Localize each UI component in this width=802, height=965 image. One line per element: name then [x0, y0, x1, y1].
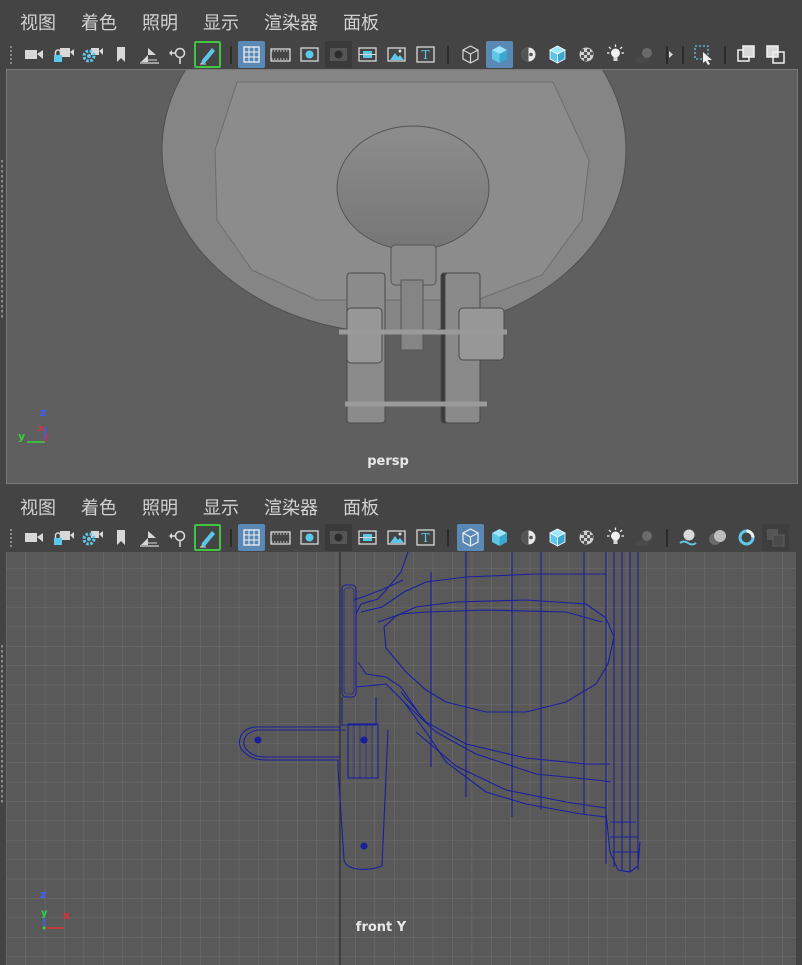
front-viewport[interactable]: front Y z y x — [6, 552, 796, 965]
menu-lighting[interactable]: 照明 — [142, 9, 178, 35]
anti-aliasing-icon[interactable] — [733, 524, 760, 551]
menu-panels[interactable]: 面板 — [343, 494, 379, 520]
isolate-select-icon[interactable] — [690, 41, 717, 68]
front-menubar: 视图 着色 照明 显示 渲染器 面板 — [0, 485, 802, 525]
shadows-icon[interactable] — [631, 41, 658, 68]
wireframe-on-shaded-icon[interactable] — [544, 41, 571, 68]
svg-text:T: T — [421, 531, 429, 545]
field-chart-icon[interactable] — [354, 524, 381, 551]
camera-attributes-icon[interactable] — [78, 524, 105, 551]
wireframe-icon[interactable] — [457, 524, 484, 551]
pan-zoom-icon[interactable] — [165, 524, 192, 551]
front-scene — [6, 552, 796, 965]
bracket-left-knuckle — [346, 307, 383, 364]
menu-view[interactable]: 视图 — [20, 9, 56, 35]
pan-zoom-icon[interactable] — [165, 41, 192, 68]
camera-attributes-icon[interactable] — [78, 41, 105, 68]
use-all-lights-icon[interactable] — [602, 41, 629, 68]
axis-z-label: z — [40, 406, 47, 419]
toolbar-separator — [666, 529, 668, 547]
field-chart-icon[interactable] — [354, 41, 381, 68]
resolution-gate-icon[interactable] — [296, 524, 323, 551]
toolbar-separator — [230, 46, 232, 64]
image-plane-icon[interactable] — [136, 524, 163, 551]
hinge-pillar — [390, 244, 437, 286]
menu-show[interactable]: 显示 — [203, 494, 239, 520]
persp-viewport[interactable]: persp z y x — [6, 69, 798, 484]
axis-x-label: x — [38, 424, 44, 434]
svg-text:T: T — [421, 48, 429, 62]
image-plane-icon[interactable] — [136, 41, 163, 68]
motion-blur-icon[interactable] — [704, 524, 731, 551]
hinge-stem — [400, 279, 424, 351]
axis-y-label: y — [18, 430, 26, 443]
menu-show[interactable]: 显示 — [203, 9, 239, 35]
default-material-icon[interactable] — [515, 524, 542, 551]
shadows-icon[interactable] — [631, 524, 658, 551]
grease-pencil-icon[interactable] — [194, 524, 221, 551]
wireframe-on-shaded-icon[interactable] — [544, 524, 571, 551]
camera-icon[interactable] — [20, 524, 47, 551]
safe-action-icon[interactable] — [383, 41, 410, 68]
use-all-lights-icon[interactable] — [602, 524, 629, 551]
resolution-gate-icon[interactable] — [296, 41, 323, 68]
safe-title-icon[interactable]: T — [412, 524, 439, 551]
toolbar-grip[interactable] — [10, 529, 12, 547]
xray-joints-icon[interactable] — [762, 41, 789, 68]
front-panel: 视图 着色 照明 显示 渲染器 面板 T front Y z y x — [0, 485, 802, 965]
grid-icon[interactable] — [238, 41, 265, 68]
menu-renderer[interactable]: 渲染器 — [264, 9, 318, 35]
axis-y-label: y — [41, 908, 48, 919]
grid-icon[interactable] — [238, 524, 265, 551]
bookmark-icon[interactable] — [107, 524, 134, 551]
toolbar-separator — [447, 46, 449, 64]
persp-scene — [161, 70, 627, 424]
menu-renderer[interactable]: 渲染器 — [264, 494, 318, 520]
grease-pencil-icon[interactable] — [194, 41, 221, 68]
toolbar-separator — [682, 46, 684, 64]
menu-lighting[interactable]: 照明 — [142, 494, 178, 520]
smooth-shade-icon[interactable] — [486, 524, 513, 551]
safe-action-icon[interactable] — [383, 524, 410, 551]
textured-icon[interactable] — [573, 41, 600, 68]
gate-mask-icon[interactable] — [325, 524, 352, 551]
panel-resize-handle[interactable] — [1, 645, 3, 805]
panel-resize-handle[interactable] — [1, 160, 3, 320]
lock-camera-icon[interactable] — [49, 524, 76, 551]
ambient-occlusion-icon[interactable] — [675, 524, 702, 551]
toolbar-grip[interactable] — [10, 46, 12, 64]
axis-x-label: x — [63, 909, 71, 922]
smooth-shade-icon[interactable] — [486, 41, 513, 68]
camera-icon[interactable] — [20, 41, 47, 68]
film-gate-icon[interactable] — [267, 41, 294, 68]
menu-shading[interactable]: 着色 — [81, 9, 117, 35]
bookmark-icon[interactable] — [107, 41, 134, 68]
multisample-icon[interactable] — [762, 524, 789, 551]
film-gate-icon[interactable] — [267, 524, 294, 551]
lock-camera-icon[interactable] — [49, 41, 76, 68]
menu-shading[interactable]: 着色 — [81, 494, 117, 520]
front-toolbar: T — [0, 523, 802, 552]
wireframe-icon[interactable] — [457, 41, 484, 68]
gate-mask-icon[interactable] — [325, 41, 352, 68]
expand-arrow-icon[interactable] — [664, 41, 676, 68]
toolbar-separator — [724, 46, 726, 64]
persp-panel: 视图 着色 照明 显示 渲染器 面板 T persp z y x — [0, 0, 802, 485]
axis-z-label: z — [40, 888, 47, 901]
textured-icon[interactable] — [573, 524, 600, 551]
menu-view[interactable]: 视图 — [20, 494, 56, 520]
persp-toolbar: T — [0, 40, 802, 69]
xray-icon[interactable] — [733, 41, 760, 68]
toilet-seat-disc — [336, 125, 490, 251]
default-material-icon[interactable] — [515, 41, 542, 68]
camera-label: front Y — [355, 920, 407, 935]
menu-panels[interactable]: 面板 — [343, 9, 379, 35]
toolbar-separator — [447, 529, 449, 547]
camera-label: persp — [367, 454, 409, 469]
safe-title-icon[interactable]: T — [412, 41, 439, 68]
persp-menubar: 视图 着色 照明 显示 渲染器 面板 — [0, 0, 802, 40]
toolbar-separator — [230, 529, 232, 547]
